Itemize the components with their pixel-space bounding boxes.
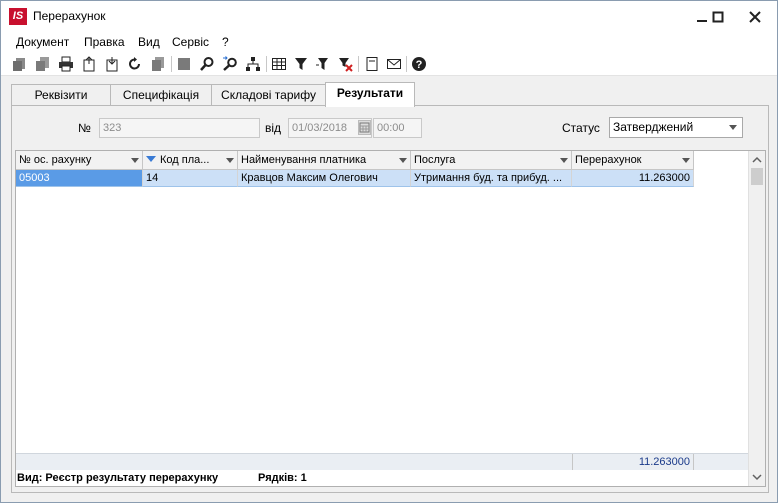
filter-settings-icon[interactable] [314,55,332,73]
mail-icon[interactable] [385,55,403,73]
scroll-down-icon[interactable] [749,470,765,484]
toolbar-separator [266,56,267,72]
new-icon[interactable] [11,55,29,73]
number-field[interactable]: 323 [99,118,260,138]
menu-view[interactable]: Вид [138,35,160,49]
chevron-down-icon[interactable] [226,158,234,163]
results-panel: № 323 від 01/03/2018 00:00 Статус Затвер… [11,105,769,493]
tab-requisites[interactable]: Реквізити [11,84,111,106]
scrollbar-thumb[interactable] [751,168,763,185]
chevron-down-icon[interactable] [560,158,568,163]
menu-bar: Документ Правка Вид Сервіс ? [1,32,777,52]
recalculation-total: 11.263000 [572,454,694,470]
number-label: № [78,121,91,135]
maximize-button[interactable] [703,1,733,32]
row-count: Рядків: 1 [258,472,307,484]
filter-clear-icon[interactable] [336,55,354,73]
vertical-scrollbar[interactable] [748,151,765,486]
toolbar-separator [171,56,172,72]
results-grid: № ос. рахунку Код пла... Найменування пл… [15,150,766,487]
tab-results[interactable]: Результати [325,82,415,107]
table-cell-payer-code[interactable]: 14 [143,170,238,187]
chevron-down-icon [729,125,737,130]
chevron-down-icon[interactable] [131,158,139,163]
calendar-icon[interactable] [358,120,371,135]
filter-icon[interactable] [292,55,310,73]
menu-document[interactable]: Документ [16,35,69,49]
menu-help[interactable]: ? [222,35,229,49]
app-logo: IS [9,8,27,25]
table-cell-payer-name[interactable]: Кравцов Максим Олегович [238,170,411,187]
toolbar: ? [1,52,777,76]
column-header-payer-code[interactable]: Код пла... [143,151,238,170]
maximize-icon [712,11,724,22]
menu-edit[interactable]: Правка [84,35,125,49]
import-icon[interactable] [103,55,121,73]
scroll-up-icon[interactable] [749,153,765,167]
column-header-recalculation[interactable]: Перерахунок [572,151,694,170]
table-cell-service[interactable]: Утримання буд. та прибуд. ... [411,170,572,187]
print-icon[interactable] [57,55,75,73]
export-icon[interactable] [80,55,98,73]
time-field[interactable]: 00:00 [373,118,422,138]
search-icon[interactable] [198,55,216,73]
column-header-service[interactable]: Послуга [411,151,572,170]
close-icon [748,10,761,23]
grid-status-area: Вид: Реєстр результату перерахунку Рядкі… [16,470,749,486]
tab-tariff-components[interactable]: Складові тарифу [211,84,326,106]
view-name: Вид: Реєстр результату перерахунку [17,472,219,484]
close-button[interactable] [732,1,777,32]
status-select[interactable]: Затверджений [609,117,743,138]
date-label: від [265,121,282,135]
toolbar-separator [358,56,359,72]
tree-icon[interactable] [244,55,262,73]
main-window: IS Перерахунок Документ Правка Вид Серві… [0,0,778,503]
column-header-account[interactable]: № ос. рахунку [16,151,143,170]
window-title: Перерахунок [33,9,106,23]
search-next-icon[interactable] [221,55,239,73]
title-bar: IS Перерахунок [1,1,777,32]
refresh-icon[interactable] [126,55,144,73]
help-icon[interactable]: ? [410,55,428,73]
column-header-payer-name[interactable]: Найменування платника [238,151,411,170]
document-icon[interactable] [363,55,381,73]
toolbar-separator [406,56,407,72]
chevron-down-icon[interactable] [682,158,690,163]
table-icon[interactable] [270,55,288,73]
svg-text:?: ? [416,59,423,71]
tab-specification[interactable]: Специфікація [110,84,212,106]
grid-footer: 11.263000 [16,453,749,470]
delete-icon[interactable] [149,55,167,73]
table-cell-recalculation[interactable]: 11.263000 [572,170,694,187]
status-label: Статус [562,121,600,135]
menu-service[interactable]: Сервіс [172,35,209,49]
tab-strip: Реквізити Специфікація Складові тарифу Р… [11,82,769,107]
table-cell-account[interactable]: 05003 [16,170,143,187]
status-select-value: Затверджений [613,120,694,134]
stop-icon[interactable] [175,55,193,73]
sort-descending-icon [146,156,156,162]
copy-icon[interactable] [34,55,52,73]
chevron-down-icon[interactable] [399,158,407,163]
